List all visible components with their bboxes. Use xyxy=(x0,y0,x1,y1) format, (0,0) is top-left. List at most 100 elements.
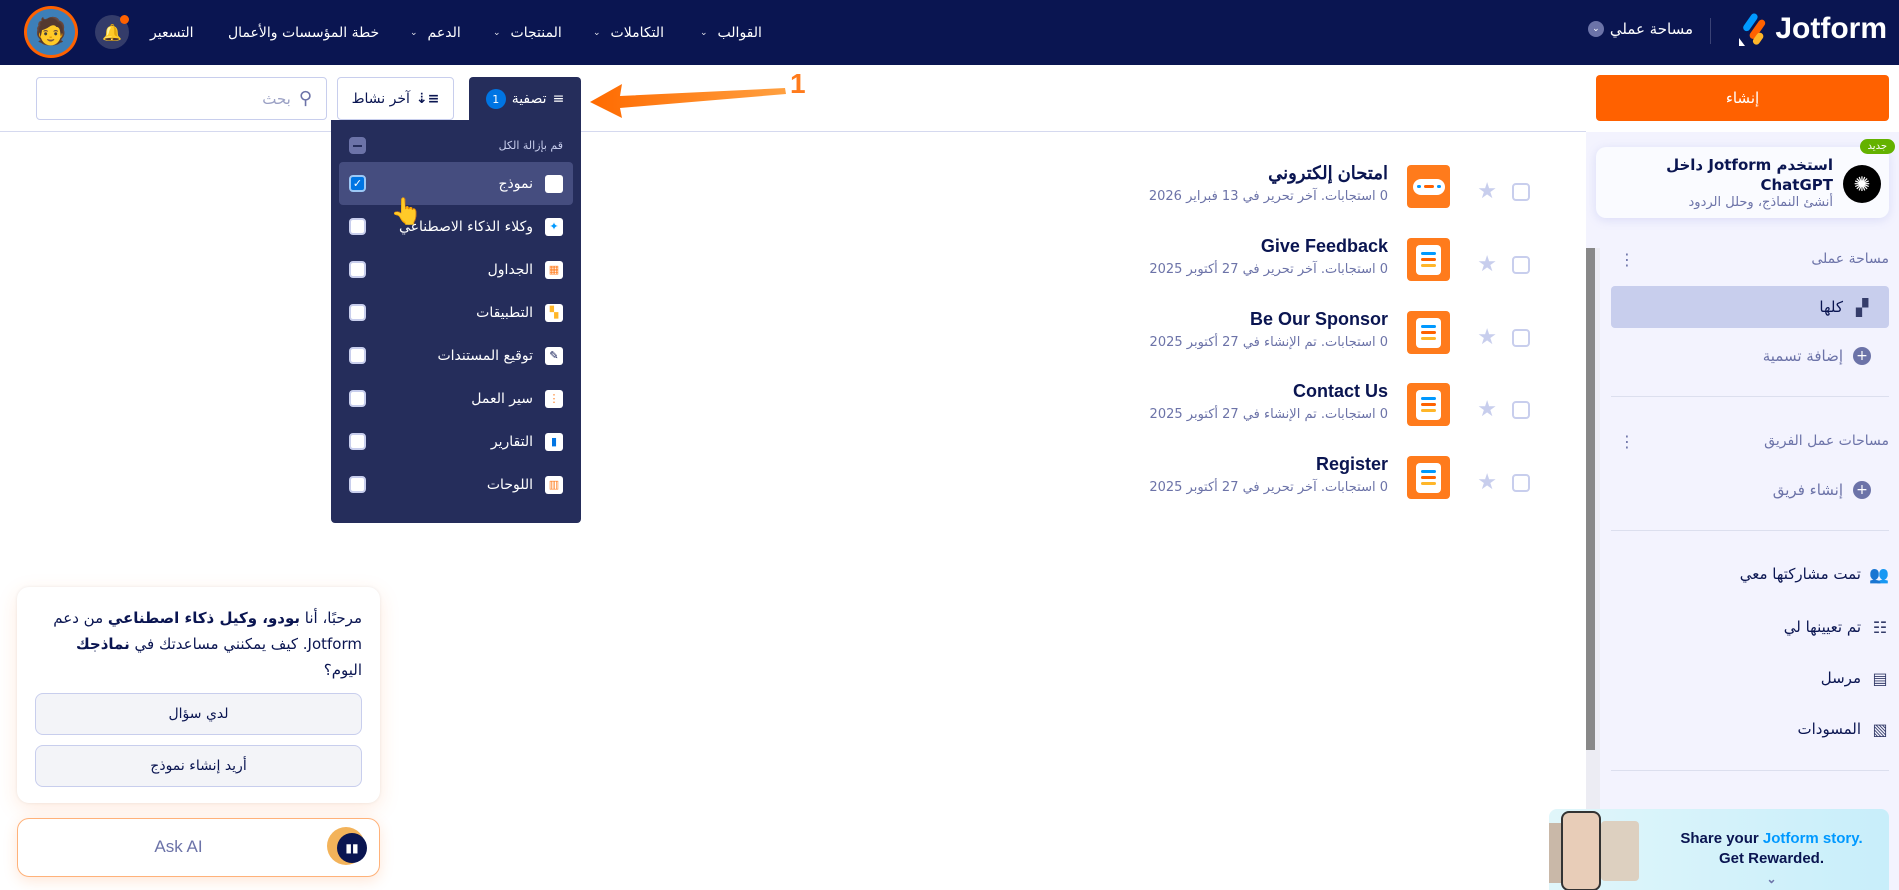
nav-templates[interactable]: ⌄ القوالب xyxy=(700,0,762,65)
nav-pricing[interactable]: التسعير xyxy=(150,0,194,65)
question-button[interactable]: لدي سؤال xyxy=(35,693,362,735)
form-list-item[interactable]: ★ Register 0 استجابات. آخر تحرير في 27 أ… xyxy=(1100,454,1540,516)
form-title[interactable]: Contact Us xyxy=(1293,381,1388,402)
team-workspaces-heading: مساحات عمل الفريق ⋮ xyxy=(1611,430,1889,452)
filter-item-sign[interactable]: ✎ توقيع المستندات xyxy=(339,334,573,377)
phone-image xyxy=(1561,811,1601,890)
clear-all-option[interactable]: قم بإزالة الكل xyxy=(339,128,573,162)
brand-name: Jotform xyxy=(1775,12,1887,45)
filter-count-badge: 1 xyxy=(485,89,506,109)
star-icon[interactable]: ★ xyxy=(1477,325,1497,350)
reports-icon: ▮ xyxy=(545,432,563,451)
chatgpt-promo-card[interactable]: ✺ جديد استخدم Jotform داخل ChatGPT أنشئ … xyxy=(1596,139,1895,218)
filter-item-label: اللوحات xyxy=(486,476,533,493)
row-checkbox[interactable] xyxy=(1512,329,1530,347)
filter-item-label: التقارير xyxy=(490,433,533,450)
form-icon xyxy=(1407,456,1450,499)
checkbox[interactable] xyxy=(349,347,366,364)
quiz-icon xyxy=(1407,165,1450,208)
form-list-item[interactable]: ★ Give Feedback 0 استجابات. آخر تحرير في… xyxy=(1100,236,1540,298)
workspace-selector[interactable]: مساحة عملي ⌄ xyxy=(1587,20,1693,38)
tables-icon: ▦ xyxy=(545,260,563,279)
chevron-down-icon[interactable]: ⌄ xyxy=(1766,872,1776,886)
chevron-down-icon: ⌄ xyxy=(493,27,501,38)
star-icon[interactable]: ★ xyxy=(1477,397,1497,422)
filter-item-boards[interactable]: ▥ اللوحات xyxy=(339,463,573,506)
row-checkbox[interactable] xyxy=(1512,401,1530,419)
add-label-button[interactable]: + إضافة تسمية xyxy=(1611,345,1889,367)
chevron-down-icon: ⌄ xyxy=(700,27,708,38)
sidebar xyxy=(1586,132,1899,890)
checkbox-checked[interactable]: ✓ xyxy=(349,175,366,192)
ai-chat-card: مرحبًا، أنا بودو، وكيل ذكاء اصطناعي من د… xyxy=(17,587,380,803)
nav-products[interactable]: ⌄ المنتجات xyxy=(493,0,562,65)
form-title[interactable]: Be Our Sponsor xyxy=(1250,309,1388,330)
sidebar-item-label: إضافة تسمية xyxy=(1762,347,1843,365)
create-button[interactable]: إنشاء xyxy=(1596,75,1889,121)
row-checkbox[interactable] xyxy=(1512,474,1530,492)
sidebar-item-shared[interactable]: 👥 تمت مشاركتها معي xyxy=(1611,563,1889,585)
chevron-down-icon: ⌄ xyxy=(593,27,601,38)
form-title[interactable]: امتحان إلكتروني xyxy=(1268,163,1388,184)
star-icon[interactable]: ★ xyxy=(1477,470,1497,495)
nav-label: المنتجات xyxy=(510,24,562,41)
filter-item-form[interactable]: ☰ نموذج ✓ xyxy=(339,162,573,205)
form-meta: 0 استجابات. آخر تحرير في 13 فبراير 2026 xyxy=(1148,189,1388,204)
sort-button[interactable]: آخر نشاط ⇣≡ xyxy=(337,77,454,120)
annotation-arrow-icon xyxy=(590,84,786,118)
ask-ai-input[interactable]: Ask AI ▮▮ xyxy=(17,818,380,877)
star-icon[interactable]: ★ xyxy=(1477,252,1497,277)
voice-icon[interactable]: ▮▮ xyxy=(337,833,367,863)
search-input[interactable]: بحث ⚲ xyxy=(36,77,327,120)
star-icon[interactable]: ★ xyxy=(1477,179,1497,204)
filter-button[interactable]: ≡ تصفية 1 xyxy=(469,77,581,121)
filter-item-reports[interactable]: ▮ التقارير xyxy=(339,420,573,463)
promo-banner[interactable]: Share your Jotform story. Get Rewarded. ⌄ xyxy=(1549,809,1889,890)
promo-text: Share your Jotform story. Get Rewarded. ⌄ xyxy=(1659,829,1884,889)
jotform-logo[interactable]: Jotform xyxy=(1737,12,1887,46)
form-list-item[interactable]: ★ امتحان إلكتروني 0 استجابات. آخر تحرير … xyxy=(1100,163,1540,225)
openai-logo-icon: ✺ xyxy=(1843,165,1881,203)
nav-support[interactable]: ⌄ الدعم xyxy=(410,0,461,65)
row-checkbox[interactable] xyxy=(1512,256,1530,274)
checkbox[interactable] xyxy=(349,390,366,407)
filter-item-apps[interactable]: ▚ التطبيقات xyxy=(339,291,573,334)
form-title[interactable]: Give Feedback xyxy=(1261,236,1388,257)
scrollbar-thumb[interactable] xyxy=(1586,248,1595,750)
checkbox[interactable] xyxy=(349,476,366,493)
form-list-item[interactable]: ★ Be Our Sponsor 0 استجابات. تم الإنشاء … xyxy=(1100,309,1540,371)
more-options-icon[interactable]: ⋮ xyxy=(1619,250,1635,269)
apps-icon: ▚ xyxy=(545,303,563,322)
divider xyxy=(1611,530,1889,531)
checkbox[interactable] xyxy=(349,261,366,278)
more-options-icon[interactable]: ⋮ xyxy=(1619,432,1635,451)
notifications-bell-icon[interactable]: 🔔 xyxy=(95,15,129,49)
filter-item-ai-agents[interactable]: ✦ وكلاء الذكاء الاصطناعي xyxy=(339,205,573,248)
form-title[interactable]: Register xyxy=(1316,454,1388,475)
filter-item-tables[interactable]: ▦ الجداول xyxy=(339,248,573,291)
button-label: لدي سؤال xyxy=(168,706,229,722)
notification-dot xyxy=(120,15,129,24)
sidebar-item-all[interactable]: ▞ كلها xyxy=(1611,286,1889,328)
form-meta: 0 استجابات. تم الإنشاء في 27 أكتوبر 2025 xyxy=(1149,407,1388,422)
form-meta: 0 استجابات. تم الإنشاء في 27 أكتوبر 2025 xyxy=(1149,335,1388,350)
checkbox[interactable] xyxy=(349,433,366,450)
nav-integrations[interactable]: ⌄ التكاملات xyxy=(593,0,664,65)
create-form-button[interactable]: أريد إنشاء نموذج xyxy=(35,745,362,787)
divider xyxy=(1710,18,1711,44)
user-avatar[interactable]: 🧑 xyxy=(24,6,78,58)
checkbox[interactable] xyxy=(349,304,366,321)
create-team-button[interactable]: + إنشاء فريق xyxy=(1611,479,1889,501)
checkbox[interactable] xyxy=(349,218,366,235)
form-list-item[interactable]: ★ Contact Us 0 استجابات. تم الإنشاء في 2… xyxy=(1100,381,1540,443)
nav-label: التكاملات xyxy=(610,24,664,41)
sidebar-item-sent[interactable]: ▤ مرسل xyxy=(1611,667,1889,689)
nav-enterprise[interactable]: خطة المؤسسات والأعمال xyxy=(228,0,379,65)
clear-all-checkbox[interactable] xyxy=(349,136,366,154)
nav-label: خطة المؤسسات والأعمال xyxy=(228,24,380,41)
workflow-icon: ⋮ xyxy=(545,389,563,408)
filter-item-workflows[interactable]: ⋮ سير العمل xyxy=(339,377,573,420)
row-checkbox[interactable] xyxy=(1512,183,1530,201)
sidebar-item-drafts[interactable]: ▧ المسودات xyxy=(1611,718,1889,740)
sidebar-item-assigned[interactable]: ☷ تم تعيينها لي xyxy=(1611,616,1889,638)
